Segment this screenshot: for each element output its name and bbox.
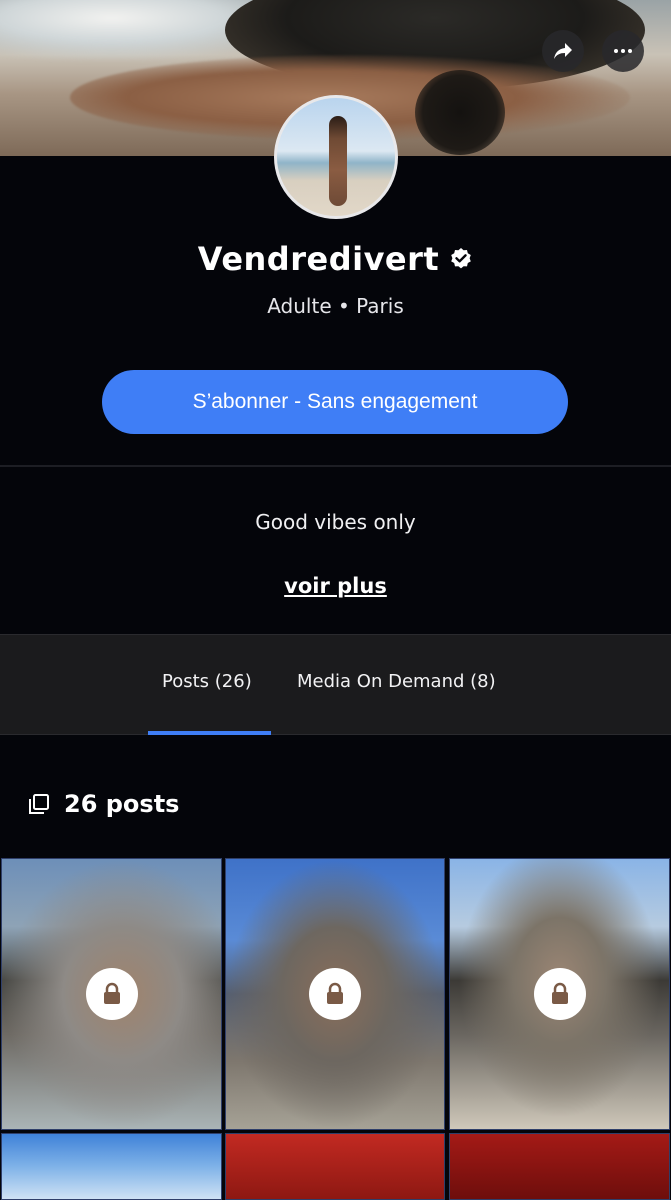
posts-grid (0, 857, 671, 1200)
profile-name: Vendredivert (197, 240, 440, 278)
see-more-link[interactable]: voir plus (0, 574, 671, 598)
locked-badge (85, 968, 138, 1020)
avatar[interactable] (274, 95, 398, 219)
post-tile[interactable] (225, 858, 445, 1130)
lock-icon (103, 982, 120, 1004)
posts-count: 26 posts (64, 790, 180, 818)
lock-icon (327, 982, 343, 1004)
profile-name-row: Vendredivert (0, 235, 671, 283)
subscribe-button[interactable]: S’abonner - Sans engagement (102, 370, 568, 434)
tab-media-on-demand[interactable]: Media On Demand (8) (297, 671, 496, 692)
tab-posts[interactable]: Posts (26) (162, 671, 252, 692)
content-tabs: Posts (26) Media On Demand (8) (0, 634, 671, 735)
post-tile[interactable] (449, 858, 670, 1130)
post-tile[interactable] (449, 1133, 670, 1200)
avatar-figure (329, 116, 347, 206)
post-tile[interactable] (1, 1133, 222, 1200)
stack-icon (29, 794, 49, 814)
post-tile[interactable] (225, 1133, 445, 1200)
divider (0, 465, 671, 467)
cover-hair (415, 70, 505, 155)
share-arrow-icon (554, 43, 572, 59)
more-options-button[interactable] (602, 30, 644, 72)
verified-badge-icon (451, 248, 472, 269)
share-button[interactable] (542, 30, 584, 72)
profile-subtitle: Adulte • Paris (267, 294, 404, 318)
posts-count-row: 26 posts (28, 786, 179, 822)
active-tab-indicator (148, 731, 271, 735)
lock-icon (551, 982, 568, 1004)
profile-bio: Good vibes only (255, 510, 416, 534)
locked-badge (533, 968, 586, 1020)
more-dots-icon (614, 49, 632, 53)
post-tile[interactable] (1, 858, 222, 1130)
locked-badge (309, 968, 361, 1020)
